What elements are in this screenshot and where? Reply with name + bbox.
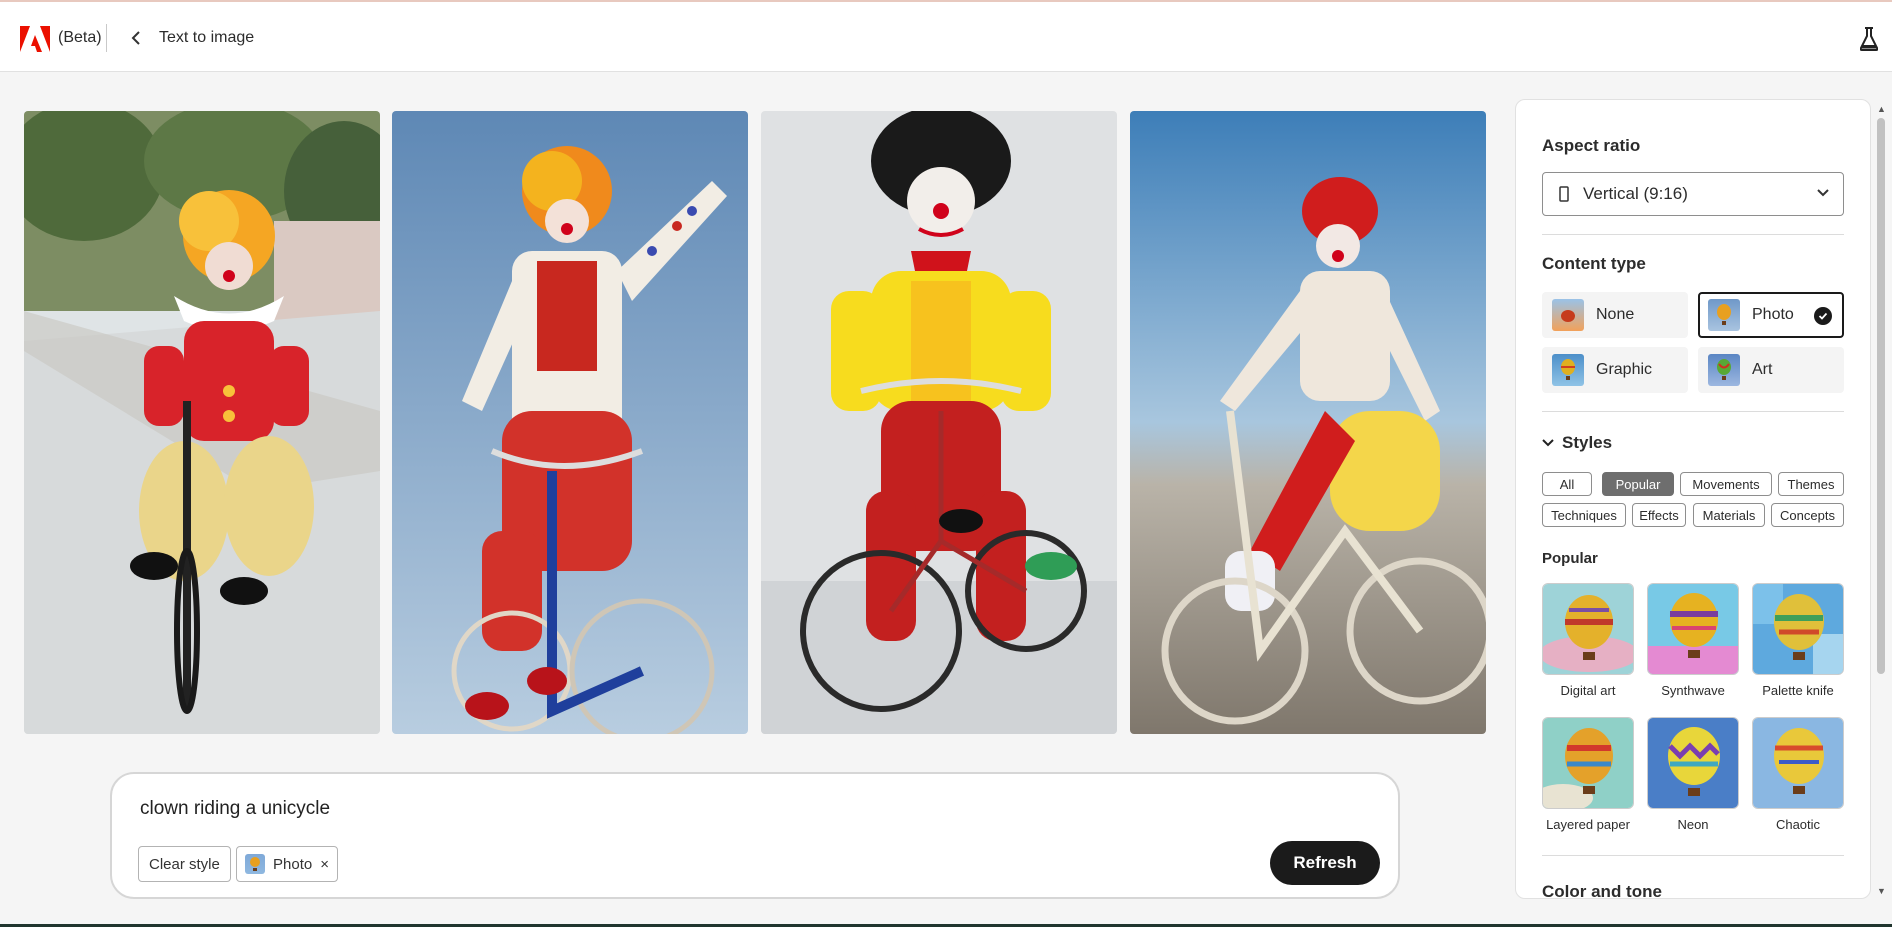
scrollbar-thumb[interactable]: [1877, 118, 1885, 674]
generated-image-2[interactable]: [392, 111, 748, 734]
aspect-ratio-select[interactable]: Vertical (9:16): [1542, 172, 1844, 216]
filter-effects[interactable]: Effects: [1632, 503, 1686, 527]
breadcrumb-title: Text to image: [159, 29, 255, 46]
style-chaotic[interactable]: Chaotic: [1752, 717, 1844, 832]
refresh-button[interactable]: Refresh: [1270, 841, 1380, 885]
chevron-down-icon: [1542, 439, 1554, 447]
beta-label: (Beta): [58, 29, 102, 46]
settings-panel: Aspect ratio Vertical (9:16) Content typ…: [1515, 99, 1871, 899]
balloon-thumb-icon: [1752, 717, 1844, 809]
filter-techniques[interactable]: Techniques: [1542, 503, 1626, 527]
content-type-label: None: [1596, 306, 1635, 323]
style-label: Layered paper: [1546, 817, 1630, 832]
style-label: Palette knife: [1762, 683, 1834, 698]
filter-movements[interactable]: Movements: [1680, 472, 1772, 496]
style-label: Neon: [1677, 817, 1709, 832]
styles-toggle[interactable]: Styles: [1542, 433, 1612, 453]
filter-themes[interactable]: Themes: [1778, 472, 1844, 496]
main-canvas: clown riding a unicycle Clear style Phot…: [0, 73, 1516, 927]
aspect-ratio-value: Vertical (9:16): [1583, 184, 1688, 203]
balloon-thumb-icon: [1552, 354, 1584, 386]
content-type-title: Content type: [1542, 254, 1646, 273]
generated-image-3[interactable]: [761, 111, 1117, 734]
content-type-label: Photo: [1752, 306, 1794, 323]
app-header: (Beta) Text to image: [0, 2, 1892, 72]
photo-style-chip: Photo ×: [236, 846, 338, 882]
balloon-thumb-icon: [1708, 354, 1740, 386]
scroll-up-icon[interactable]: ▲: [1877, 104, 1886, 114]
content-type-graphic[interactable]: Graphic: [1542, 347, 1688, 393]
balloon-thumb-icon: [1552, 299, 1584, 331]
style-neon[interactable]: Neon: [1647, 717, 1739, 832]
balloon-thumb-icon: [1708, 299, 1740, 331]
balloon-thumb-icon: [1647, 583, 1739, 675]
prompt-box: clown riding a unicycle Clear style Phot…: [110, 772, 1400, 899]
balloon-thumb-icon: [245, 854, 265, 874]
adobe-logo-icon[interactable]: [20, 26, 50, 52]
content-type-none[interactable]: None: [1542, 292, 1688, 338]
chevron-down-icon: [1817, 189, 1829, 197]
style-digital-art[interactable]: Digital art: [1542, 583, 1634, 698]
content-type-photo[interactable]: Photo: [1698, 292, 1844, 338]
prompt-input[interactable]: clown riding a unicycle: [140, 798, 330, 820]
chip-label: Photo: [273, 855, 313, 873]
style-label: Chaotic: [1775, 817, 1821, 832]
divider: [1542, 234, 1844, 235]
content-type-label: Art: [1752, 361, 1773, 378]
style-synthwave[interactable]: Synthwave: [1647, 583, 1739, 698]
header-divider: [106, 24, 107, 52]
styles-title: Styles: [1562, 433, 1613, 452]
generated-image-1[interactable]: [24, 111, 380, 734]
aspect-ratio-title: Aspect ratio: [1542, 136, 1641, 155]
generated-image-4[interactable]: [1130, 111, 1486, 734]
style-label: Synthwave: [1661, 683, 1725, 698]
panel-scrollbar[interactable]: ▲ ▼: [1874, 102, 1888, 898]
balloon-thumb-icon: [1647, 717, 1739, 809]
balloon-thumb-icon: [1542, 717, 1634, 809]
scroll-down-icon[interactable]: ▼: [1877, 886, 1886, 896]
clear-style-button[interactable]: Clear style: [138, 846, 231, 882]
checkmark-icon: [1814, 307, 1832, 325]
style-layered-paper[interactable]: Layered paper: [1542, 717, 1634, 832]
portrait-icon: [1559, 186, 1569, 202]
balloon-thumb-icon: [1542, 583, 1634, 675]
divider: [1542, 411, 1844, 412]
balloon-thumb-icon: [1752, 583, 1844, 675]
style-palette-knife[interactable]: Palette knife: [1752, 583, 1844, 698]
labs-flask-icon[interactable]: [1860, 26, 1878, 52]
style-label: Digital art: [1560, 683, 1616, 698]
content-type-label: Graphic: [1596, 361, 1653, 378]
filter-popular[interactable]: Popular: [1602, 472, 1674, 496]
divider: [1542, 855, 1844, 856]
remove-chip-icon[interactable]: ×: [320, 856, 329, 873]
filter-all[interactable]: All: [1542, 472, 1592, 496]
back-chevron-icon[interactable]: [124, 24, 148, 52]
filter-concepts[interactable]: Concepts: [1771, 503, 1844, 527]
content-type-art[interactable]: Art: [1698, 347, 1844, 393]
popular-title: Popular: [1542, 550, 1598, 567]
filter-materials[interactable]: Materials: [1693, 503, 1765, 527]
color-tone-title: Color and tone: [1542, 882, 1662, 899]
